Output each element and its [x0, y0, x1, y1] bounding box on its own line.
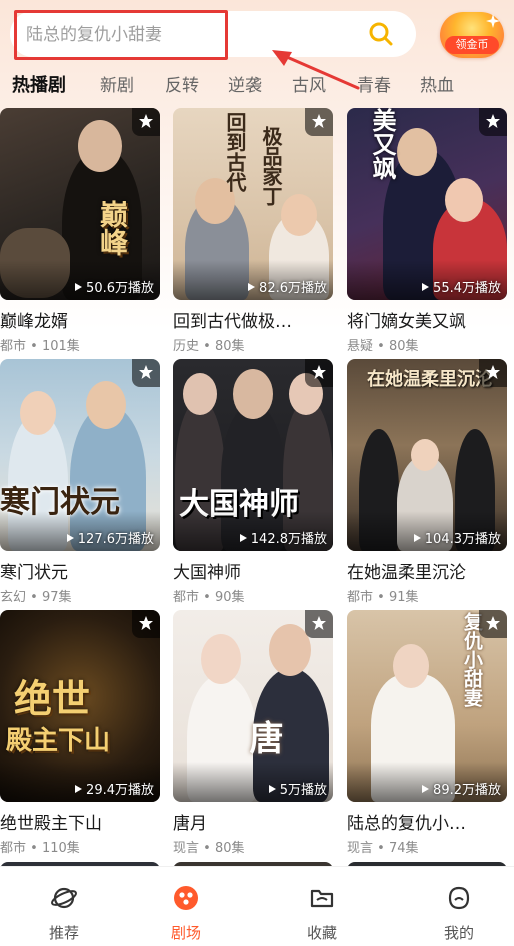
nav-label: 推荐 [48, 924, 79, 942]
drama-card[interactable]: 在她温柔里沉沦 104.3万播放 在她温柔里沉沦 都市 • 91集 [347, 359, 511, 605]
play-count: 89.2万播放 [422, 779, 501, 798]
actor-face [445, 178, 483, 222]
poster-art-title: 在她温柔里沉沦 [367, 369, 493, 390]
card-meta: 悬疑 • 80集 [347, 339, 419, 354]
card-title: 唐月 [173, 814, 207, 834]
favorite-star-icon[interactable] [132, 108, 160, 136]
card-title: 寒门状元 [0, 563, 68, 583]
play-count: 29.4万播放 [75, 779, 154, 798]
poster: 唐 5万播放 [173, 610, 333, 802]
folder-icon [310, 889, 334, 908]
actor-face [233, 369, 273, 419]
favorite-star-icon[interactable] [305, 359, 333, 387]
bottom-nav: 推荐 剧场 收藏 我的 [0, 866, 514, 946]
card-meta: 都市 • 110集 [0, 841, 80, 856]
drama-card[interactable]: 美又飒 55.4万播放 将门嫡女美又飒 悬疑 • 80集 [347, 108, 511, 354]
drama-card[interactable]: 唐 5万播放 唐月 现言 • 80集 [173, 610, 337, 856]
profile-icon [448, 886, 470, 910]
tab-comeback[interactable]: 逆袭 [228, 70, 262, 102]
poster-art-title: 回到古代 [223, 112, 247, 192]
poster-art-title: 绝世 [14, 676, 91, 721]
actor-face [397, 128, 437, 176]
poster-art-title: 极品家丁 [259, 126, 283, 206]
nav-profile[interactable]: 我的 [395, 867, 514, 946]
poster-art-title: 巅峰 [96, 200, 129, 256]
card-title: 大国神师 [173, 563, 241, 583]
tab-ancient-style[interactable]: 古风 [292, 70, 326, 102]
tab-twist[interactable]: 反转 [165, 70, 199, 102]
card-title: 巅峰龙婿 [0, 312, 68, 332]
card-meta: 现言 • 74集 [347, 841, 419, 856]
nav-favorites[interactable]: 收藏 [258, 867, 386, 946]
play-count: 82.6万播放 [248, 277, 327, 296]
play-count: 127.6万播放 [66, 528, 154, 547]
card-meta: 玄幻 • 97集 [0, 590, 72, 605]
card-title: 绝世殿主下山 [0, 814, 102, 834]
poster: 美又飒 55.4万播放 [347, 108, 507, 300]
drama-card[interactable]: 巅峰 50.6万播放 巅峰龙婿 都市 • 101集 [0, 108, 164, 354]
poster: 巅峰 50.6万播放 [0, 108, 160, 300]
favorite-star-icon[interactable] [132, 359, 160, 387]
drama-card[interactable]: 绝世 殿主下山 29.4万播放 绝世殿主下山 都市 • 110集 [0, 610, 164, 856]
card-meta: 历史 • 80集 [173, 339, 245, 354]
favorite-star-icon[interactable] [132, 610, 160, 638]
poster: 寒门状元 127.6万播放 [0, 359, 160, 551]
claim-coins-label: 领金币 [445, 36, 499, 54]
favorite-star-icon[interactable] [305, 108, 333, 136]
favorite-star-icon[interactable] [305, 610, 333, 638]
poster: 复仇小甜妻 89.2万播放 [347, 610, 507, 802]
card-meta: 都市 • 101集 [0, 339, 80, 354]
poster-art-title: 殿主下山 [6, 726, 111, 756]
search-input[interactable] [14, 10, 228, 60]
nav-label: 收藏 [306, 924, 337, 942]
play-count: 142.8万播放 [239, 528, 327, 547]
actor-face [20, 391, 56, 435]
actor-face [281, 194, 317, 236]
drama-card[interactable]: 大国神师 142.8万播放 大国神师 都市 • 90集 [173, 359, 337, 605]
category-tabs: 热播剧 新剧 反转 逆袭 古风 青春 热血 [0, 70, 514, 102]
poster-art-title: 美又飒 [368, 108, 397, 180]
poster: 大国神师 142.8万播放 [173, 359, 333, 551]
actor-face [183, 373, 217, 415]
poster-art-title: 唐 [243, 720, 283, 754]
play-count: 104.3万播放 [413, 528, 501, 547]
play-count: 50.6万播放 [75, 277, 154, 296]
play-count: 55.4万播放 [422, 277, 501, 296]
tab-hot[interactable]: 热播剧 [12, 70, 66, 102]
poster: 绝世 殿主下山 29.4万播放 [0, 610, 160, 802]
tab-youth[interactable]: 青春 [357, 70, 391, 102]
nav-label: 我的 [443, 924, 474, 942]
actor-face [411, 439, 439, 471]
card-meta: 都市 • 91集 [347, 590, 419, 605]
card-meta: 都市 • 90集 [173, 590, 245, 605]
drama-card[interactable]: 寒门状元 127.6万播放 寒门状元 玄幻 • 97集 [0, 359, 164, 605]
actor-face [201, 634, 241, 684]
actor-face [393, 644, 429, 688]
card-meta: 现言 • 80集 [173, 841, 245, 856]
nav-label: 剧场 [170, 924, 201, 942]
sparkle-icon [486, 14, 500, 28]
search-icon[interactable] [368, 21, 394, 47]
card-title: 在她温柔里沉沦 [347, 563, 466, 583]
theater-icon [174, 886, 198, 910]
tab-new[interactable]: 新剧 [100, 70, 134, 102]
card-title: 将门嫡女美又飒 [347, 312, 466, 332]
favorite-star-icon[interactable] [479, 610, 507, 638]
actor-face [78, 120, 122, 172]
poster: 在她温柔里沉沦 104.3万播放 [347, 359, 507, 551]
card-title: 回到古代做极… [173, 312, 292, 332]
favorite-star-icon[interactable] [479, 359, 507, 387]
nav-theater[interactable]: 剧场 [122, 867, 250, 946]
claim-coins-button[interactable]: 领金币 [440, 12, 504, 58]
planet-icon [51, 887, 77, 909]
nav-recommend[interactable]: 推荐 [0, 867, 128, 946]
favorite-star-icon[interactable] [479, 108, 507, 136]
drama-card[interactable]: 回到古代 极品家丁 82.6万播放 回到古代做极… 历史 • 80集 [173, 108, 337, 354]
tab-passion[interactable]: 热血 [420, 70, 454, 102]
drama-card[interactable]: 复仇小甜妻 89.2万播放 陆总的复仇小… 现言 • 74集 [347, 610, 511, 856]
actor-face [86, 381, 126, 429]
play-count: 5万播放 [268, 779, 327, 798]
card-title: 陆总的复仇小… [347, 814, 466, 834]
poster: 回到古代 极品家丁 82.6万播放 [173, 108, 333, 300]
